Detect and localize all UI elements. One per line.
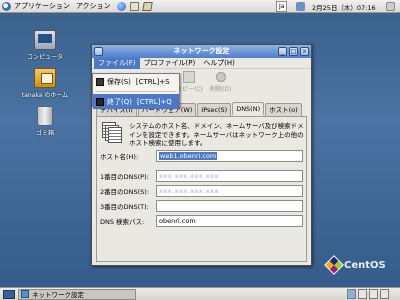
- dns3-label: 3番目のDNS(T):: [100, 202, 149, 211]
- volume-icon[interactable]: [386, 2, 395, 11]
- quit-icon: [96, 97, 104, 106]
- network-config-icon: [21, 290, 29, 298]
- copy-button[interactable]: コピー(C): [176, 71, 203, 93]
- copy-icon: [183, 71, 196, 83]
- centos-logo: CentOS: [324, 255, 386, 275]
- home-folder-icon: [34, 68, 56, 88]
- file-menu-dropdown: 保存(S) [CTRL]+S 終了(Q) [CTRL]+Q: [92, 73, 180, 109]
- dns1-label: 1番目のDNS(P):: [100, 172, 149, 181]
- copy-label: コピー(C): [176, 86, 203, 93]
- desktop-icon-label: tanaka のホーム: [21, 92, 69, 99]
- menu-help[interactable]: ヘルプ(H): [199, 58, 239, 69]
- dns-document-icon: [102, 122, 124, 144]
- actions-menu[interactable]: アクション: [76, 1, 111, 11]
- dns3-row: 3番目のDNS(T):: [100, 199, 303, 212]
- dns2-input[interactable]: xxx.xxx.xxx.xxx: [156, 184, 303, 197]
- workspace-1[interactable]: [347, 289, 356, 299]
- menubar: ファイル(F) プロファイル(P) ヘルプ(H): [92, 57, 311, 69]
- desktop-icon-home[interactable]: tanaka のホーム: [13, 68, 77, 99]
- tab-dns[interactable]: DNS(N): [232, 102, 265, 115]
- centos-mark-icon: [324, 255, 344, 275]
- tab-ipsec[interactable]: IPsec(S): [197, 103, 232, 116]
- maximize-button[interactable]: □: [289, 47, 298, 56]
- applications-menu[interactable]: アプリケーション: [14, 1, 70, 11]
- menu-separator: [96, 91, 176, 92]
- menu-file[interactable]: ファイル(F): [94, 57, 140, 69]
- bottom-panel: ネットワーク設定: [0, 287, 400, 300]
- desktop-icon-label: ゴミ箱: [35, 130, 54, 137]
- workspace-2[interactable]: [358, 289, 367, 299]
- top-panel: アプリケーション アクション Ja 2月25日（木）07:16: [0, 0, 400, 13]
- window-titlebar[interactable]: ネットワーク設定 _ □ ×: [92, 45, 311, 58]
- desktop-icon-trash[interactable]: ゴミ箱: [13, 106, 77, 137]
- notes-icon[interactable]: [141, 1, 153, 11]
- network-tray-icon[interactable]: [296, 2, 305, 11]
- hostname-label: ホスト名(H):: [100, 152, 139, 161]
- dns1-input[interactable]: xxx.xxx.xxx.xxx: [156, 169, 303, 182]
- save-icon: [96, 77, 104, 86]
- window-menu-icon[interactable]: [94, 47, 103, 56]
- dns-search-path-label: DNS 検索パス:: [100, 217, 145, 226]
- menu-profile[interactable]: プロファイル(P): [140, 58, 200, 69]
- clock[interactable]: 2月25日（木）07:16: [312, 2, 376, 12]
- dns-panel: システムのホスト名、ドメイン、ネームサーバ及び検索ドメインを設定できます。ネーム…: [96, 116, 307, 262]
- dns-search-path-row: DNS 検索パス: obenri.com: [100, 214, 303, 227]
- desktop-icon-computer[interactable]: コンピュータ: [13, 30, 77, 61]
- show-desktop-icon[interactable]: [3, 289, 15, 299]
- hostname-input[interactable]: web1.obenri.com: [156, 149, 303, 162]
- dns2-label: 2番目のDNS(S):: [100, 187, 150, 196]
- dns1-row: 1番目のDNS(P): xxx.xxx.xxx.xxx: [100, 169, 303, 182]
- menu-item-quit[interactable]: 終了(Q) [CTRL]+Q: [93, 94, 179, 109]
- dns-search-path-input[interactable]: obenri.com: [156, 214, 303, 227]
- web-browser-icon[interactable]: [116, 1, 126, 11]
- delete-icon: [214, 71, 227, 83]
- computer-icon: [34, 30, 56, 50]
- menu-item-save[interactable]: 保存(S) [CTRL]+S: [93, 74, 179, 89]
- delete-label: 削除(D): [210, 86, 232, 93]
- workspace-4[interactable]: [380, 289, 389, 299]
- hostname-row: ホスト名(H): web1.obenri.com: [100, 149, 303, 162]
- dns-description: システムのホスト名、ドメイン、ネームサーバ及び検索ドメインを設定できます。ネーム…: [129, 122, 304, 147]
- tab-hosts[interactable]: ホスト(o): [265, 103, 302, 116]
- dns3-input[interactable]: [156, 199, 303, 212]
- trash-icon: [37, 106, 53, 126]
- delete-button[interactable]: 削除(D): [210, 71, 231, 93]
- window-title: ネットワーク設定: [173, 47, 230, 55]
- dns2-row: 2番目のDNS(S): xxx.xxx.xxx.xxx: [100, 184, 303, 197]
- minimize-button[interactable]: _: [278, 47, 287, 56]
- workspace-3[interactable]: [369, 289, 378, 299]
- input-method-indicator[interactable]: Ja: [276, 1, 288, 12]
- close-button[interactable]: ×: [300, 47, 309, 56]
- gnome-foot-icon[interactable]: [2, 1, 11, 11]
- mail-icon[interactable]: [129, 1, 139, 11]
- taskbar-item-network-config[interactable]: ネットワーク設定: [18, 288, 136, 300]
- desktop-icon-label: コンピュータ: [26, 54, 63, 61]
